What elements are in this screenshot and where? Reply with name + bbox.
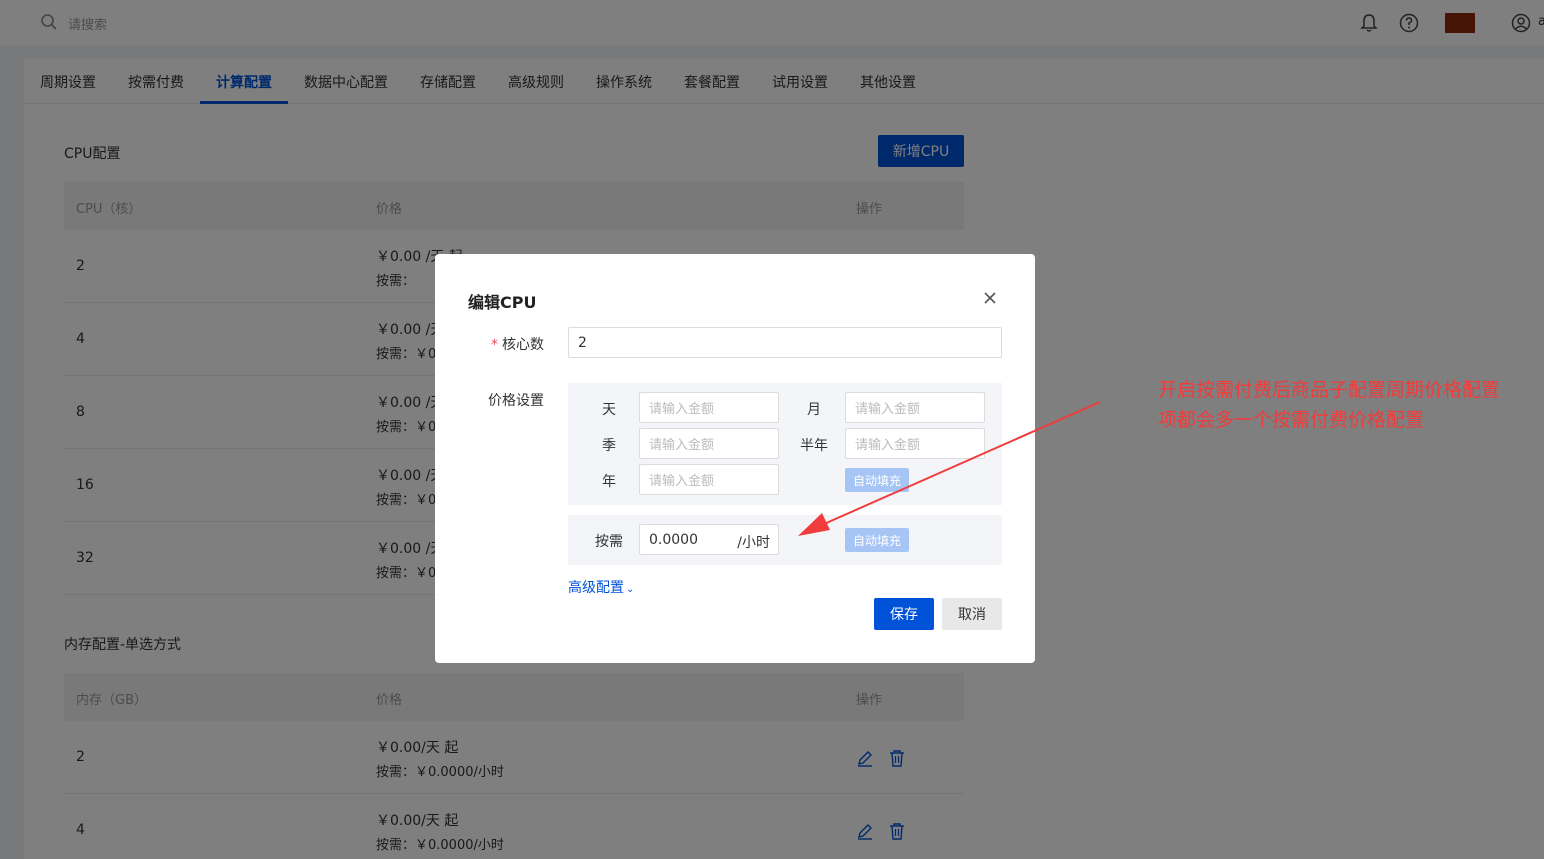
half-year-price-input[interactable]: 请输入金额 bbox=[845, 428, 985, 459]
close-icon[interactable] bbox=[983, 291, 997, 305]
period-label-month: 月 bbox=[807, 402, 821, 418]
year-price-input[interactable]: 请输入金额 bbox=[639, 464, 779, 495]
quarter-price-input[interactable]: 请输入金额 bbox=[639, 428, 779, 459]
advanced-config-link[interactable]: 高级配置 ⌄ bbox=[568, 577, 634, 597]
ondemand-value: 0.0000 bbox=[649, 531, 698, 548]
day-price-input[interactable]: 请输入金额 bbox=[639, 392, 779, 423]
save-button[interactable]: 保存 bbox=[874, 598, 934, 630]
period-label-year: 年 bbox=[602, 474, 616, 490]
period-label-quarter: 季 bbox=[602, 438, 616, 454]
edit-cpu-dialog: 编辑CPU * 核心数 2 价格设置 天 请输入金额 月 请输入金额 季 请输入金… bbox=[435, 254, 1035, 663]
ondemand-label: 按需 bbox=[595, 534, 623, 550]
annotation-note: 开启按需付费后商品子配置周期价格配置 项都会多一个按需付费价格配置 bbox=[1158, 375, 1544, 435]
period-label-half-year: 半年 bbox=[800, 438, 828, 454]
ondemand-price-panel: 按需 0.0000 /小时 自动填充 bbox=[568, 515, 1002, 565]
ondemand-unit: /小时 bbox=[737, 535, 770, 551]
auto-fill-button[interactable]: 自动填充 bbox=[845, 468, 909, 492]
price-settings-label: 价格设置 bbox=[488, 393, 544, 409]
ondemand-price-input[interactable]: 0.0000 /小时 bbox=[639, 524, 779, 555]
core-count-input[interactable]: 2 bbox=[568, 327, 1002, 358]
ondemand-auto-fill-button[interactable]: 自动填充 bbox=[845, 528, 909, 552]
cancel-button[interactable]: 取消 bbox=[942, 598, 1002, 630]
period-label-day: 天 bbox=[602, 402, 616, 418]
period-price-panel: 天 请输入金额 月 请输入金额 季 请输入金额 半年 请输入金额 年 请输入金额… bbox=[568, 383, 1002, 505]
required-mark: * bbox=[491, 337, 498, 353]
core-count-label: * 核心数 bbox=[491, 337, 544, 353]
annotation-line: 项都会多一个按需付费价格配置 bbox=[1158, 409, 1425, 431]
dialog-title: 编辑CPU bbox=[468, 293, 537, 312]
chevron-down-icon: ⌄ bbox=[626, 584, 635, 595]
annotation-line: 开启按需付费后商品子配置周期价格配置 bbox=[1158, 379, 1501, 401]
month-price-input[interactable]: 请输入金额 bbox=[845, 392, 985, 423]
